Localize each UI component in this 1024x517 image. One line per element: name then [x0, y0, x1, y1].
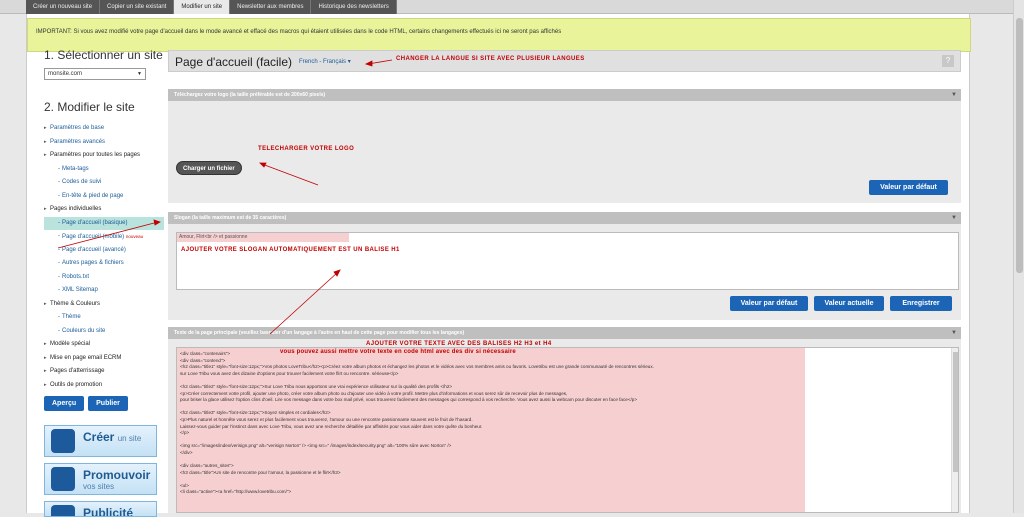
- arrowhead-logo: [259, 162, 267, 168]
- arrowhead-menu: [153, 219, 161, 226]
- arrow-logo: [261, 163, 319, 186]
- annotation-arrows: [57, 59, 393, 335]
- arrow-slogan: [269, 271, 339, 335]
- arrowhead-language: [364, 60, 373, 67]
- arrow-menu: [57, 221, 159, 249]
